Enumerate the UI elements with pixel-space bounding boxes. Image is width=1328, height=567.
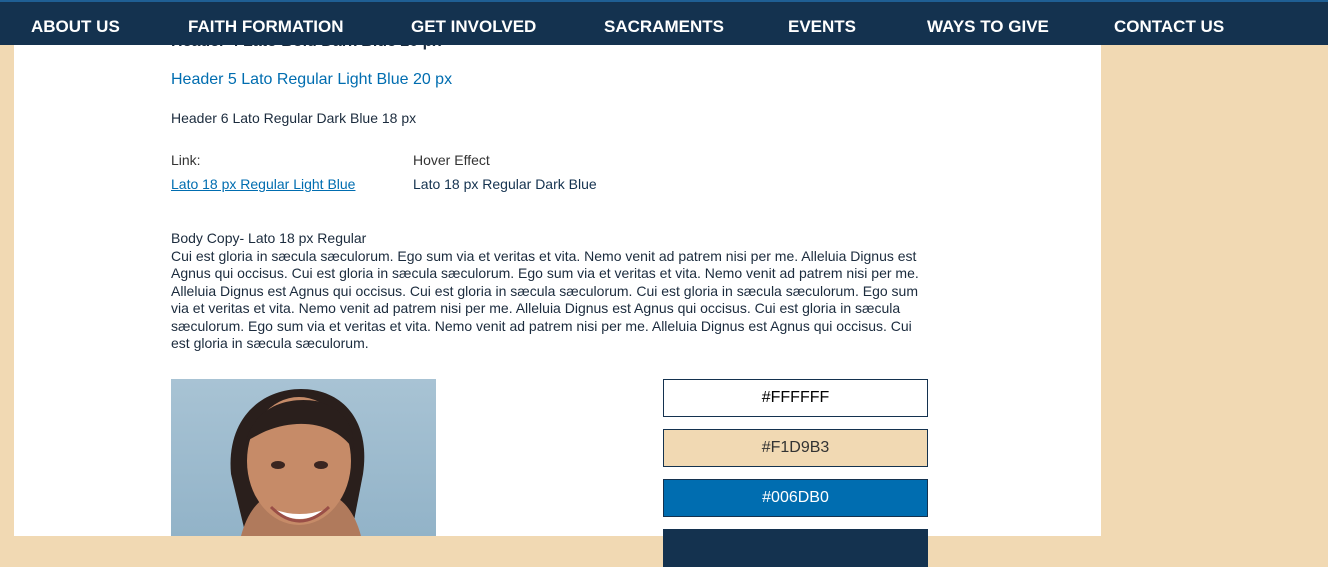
hover-sample: Lato 18 px Regular Dark Blue — [413, 176, 597, 192]
header-6-sample: Header 6 Lato Regular Dark Blue 18 px — [171, 110, 417, 126]
swatch-light-blue: #006DB0 — [663, 479, 928, 517]
swatch-cream-label: #F1D9B3 — [761, 439, 830, 456]
body-copy: Body Copy- Lato 18 px Regular Cui est gl… — [171, 230, 931, 353]
nav-about-us[interactable]: ABOUT US — [31, 2, 120, 45]
link-label: Link: — [171, 152, 201, 168]
link-sample[interactable]: Lato 18 px Regular Light Blue — [171, 176, 355, 192]
woman-portrait-image — [230, 389, 365, 536]
nav-sacraments[interactable]: SACRAMENTS — [604, 2, 724, 45]
hover-effect-label: Hover Effect — [413, 152, 490, 168]
portrait-photo — [171, 379, 436, 536]
swatch-dark-blue — [663, 529, 928, 567]
swatch-white: #FFFFFF — [663, 379, 928, 417]
body-copy-title: Body Copy- Lato 18 px Regular — [171, 230, 367, 246]
swatch-cream: #F1D9B3 — [663, 429, 928, 467]
body-copy-text: Cui est gloria in sæcula sæculorum. Ego … — [171, 247, 919, 352]
header-5-sample: Header 5 Lato Regular Light Blue 20 px — [171, 71, 453, 88]
main-nav: ABOUT US FAITH FORMATION GET INVOLVED SA… — [0, 0, 1328, 45]
nav-get-involved[interactable]: GET INVOLVED — [411, 2, 536, 45]
nav-events[interactable]: EVENTS — [788, 2, 856, 45]
swatch-light-blue-label: #006DB0 — [762, 489, 829, 506]
nav-ways-to-give[interactable]: WAYS TO GIVE — [927, 2, 1049, 45]
swatch-white-label: #FFFFFF — [761, 389, 830, 406]
nav-faith-formation[interactable]: FAITH FORMATION — [188, 2, 344, 45]
nav-contact-us[interactable]: CONTACT US — [1114, 2, 1224, 45]
